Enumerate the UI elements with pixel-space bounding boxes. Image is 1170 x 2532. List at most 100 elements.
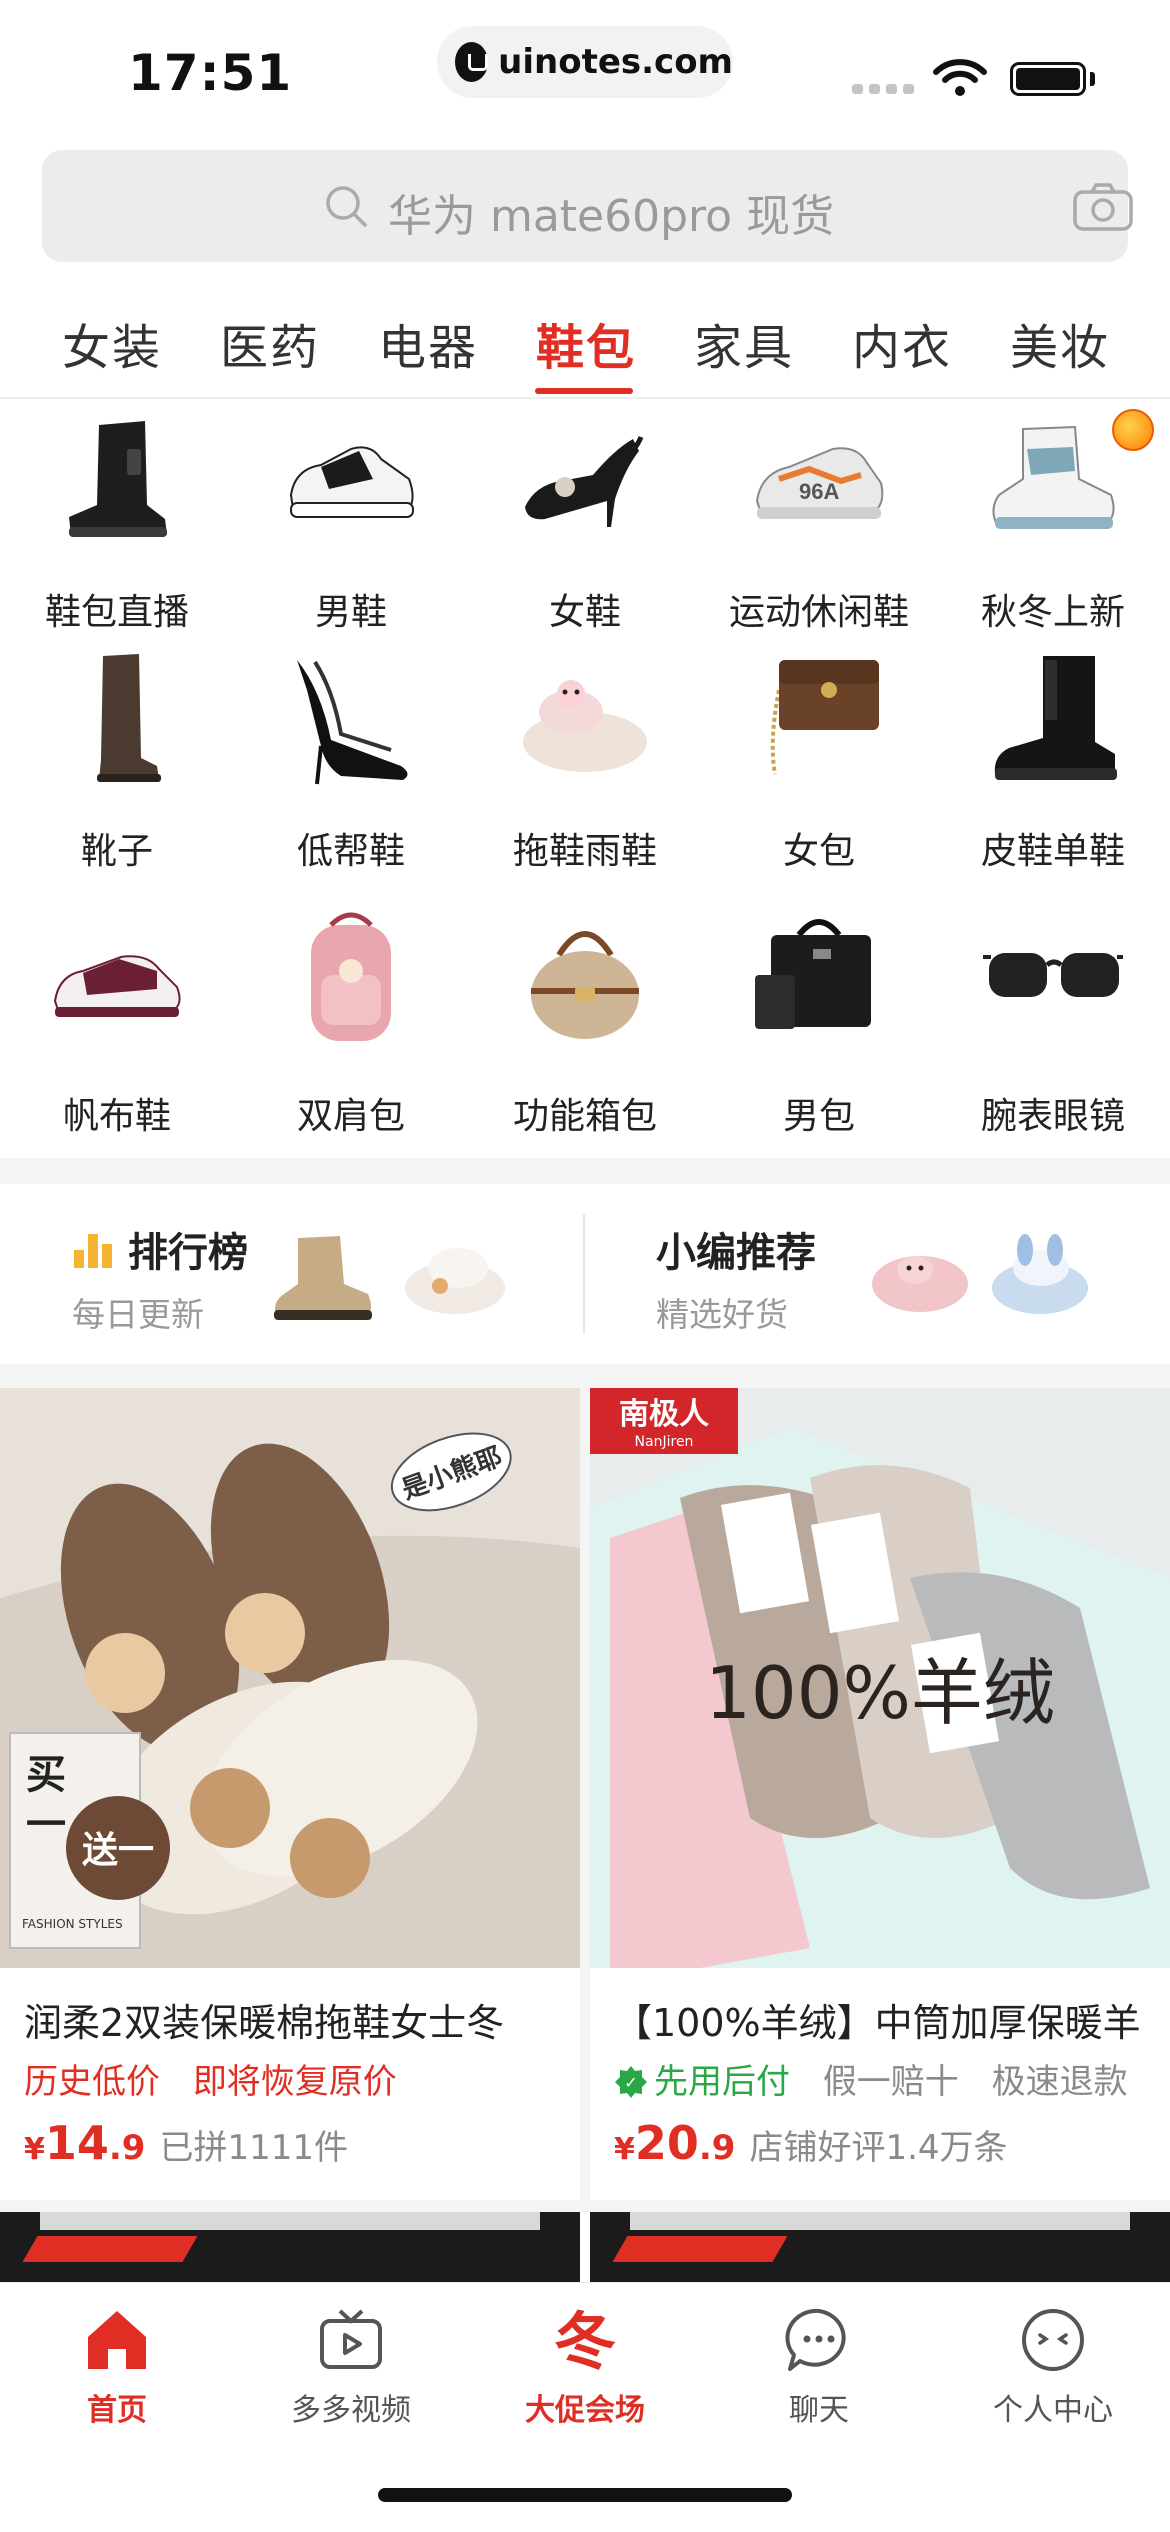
svg-text:✓: ✓ — [624, 2073, 637, 2092]
category-tabs: 女装 医药 电器 鞋包 家具 内衣 美妆 — [0, 300, 1170, 398]
subcategory-item[interactable]: 96A 运动休闲鞋 — [702, 405, 936, 635]
sunglasses-icon — [983, 953, 1123, 997]
subcategory-item[interactable]: 女鞋 — [468, 405, 702, 635]
product-price: ¥20.9 店铺好评1.4万条 — [614, 2116, 1008, 2170]
product-card[interactable]: 是小熊耶 买 一 送一 FASHION STYLES 润柔2双装保暖棉拖鞋女士冬… — [0, 1388, 580, 2200]
subcategory-item[interactable]: 低帮鞋 — [234, 650, 468, 880]
product-card[interactable]: 100%羊绒 南极人 NanJiren 【100%羊绒】中筒加厚保暖羊 ✓ 先用… — [590, 1388, 1170, 2200]
tab-women[interactable]: 女装 — [62, 308, 162, 378]
slipper-thumbnail — [405, 1248, 505, 1314]
ranking-row: 排行榜 每日更新 小编推荐 精选好货 — [0, 1184, 1170, 1364]
svg-text:买: 买 — [26, 1751, 66, 1798]
editor-pick-entry[interactable]: 小编推荐 精选好货 — [585, 1184, 1170, 1364]
subcategory-item[interactable]: 皮鞋单鞋 — [936, 650, 1170, 880]
subcategory-item[interactable]: 双肩包 — [234, 905, 468, 1137]
editor-pick-subtitle: 精选好货 — [656, 1295, 788, 1334]
product-title: 润柔2双装保暖棉拖鞋女士冬 — [24, 2001, 505, 2045]
backpack-icon — [311, 912, 391, 1041]
badge-check-icon: ✓ — [615, 2066, 647, 2098]
sport-shoe-icon: 96A — [755, 447, 884, 519]
lock-icon — [455, 42, 489, 82]
tag-price-restore: 即将恢复原价 — [192, 2062, 397, 2102]
subcategory-item[interactable]: 腕表眼镜 — [936, 905, 1170, 1137]
subcategory-item[interactable]: 男鞋 — [234, 405, 468, 635]
briefcase-icon — [755, 919, 871, 1029]
search-input[interactable]: 华为 mate60pro 现货 — [388, 180, 834, 244]
battery-icon — [1010, 62, 1086, 96]
home-indicator — [378, 2488, 792, 2502]
nav-profile[interactable]: 个人中心 — [936, 2305, 1170, 2445]
sales-count: 已拼1111件 — [159, 2128, 348, 2168]
tab-underwear[interactable]: 内衣 — [852, 308, 952, 378]
boot-icon — [69, 421, 167, 537]
product-tags: ✓ 先用后付 假一赔十 极速退款 — [614, 2054, 1150, 2103]
hot-badge-icon — [1112, 409, 1154, 451]
ranking-subtitle: 每日更新 — [72, 1295, 204, 1334]
tab-electronics[interactable]: 电器 — [378, 308, 478, 378]
tab-shoes-bags[interactable]: 鞋包 — [536, 308, 636, 378]
subcategory-item[interactable]: 帆布鞋 — [0, 905, 234, 1137]
product-card-peek[interactable] — [0, 2212, 580, 2284]
review-count: 店铺好评1.4万条 — [749, 2128, 1008, 2168]
url-pill[interactable]: uinotes.com — [437, 26, 733, 98]
product-price: ¥14.9 已拼1111件 — [24, 2116, 348, 2170]
heel-icon — [525, 436, 644, 527]
high-top-icon — [992, 425, 1115, 529]
product-title: 【100%羊绒】中筒加厚保暖羊 — [614, 2001, 1141, 2045]
url-text: uinotes.com — [498, 42, 733, 82]
subcategory-item[interactable]: 功能箱包 — [468, 905, 702, 1137]
chat-icon — [785, 2308, 846, 2371]
leather-boot-icon — [994, 656, 1117, 780]
nav-promo[interactable]: 冬 大促会场 — [468, 2305, 702, 2445]
svg-text:NanJiren: NanJiren — [635, 1434, 694, 1450]
wifi-icon — [933, 59, 987, 96]
svg-text:一: 一 — [26, 1801, 66, 1848]
sneaker-icon — [289, 446, 414, 518]
tag-pay-later: 先用后付 — [654, 2062, 790, 2102]
subcategory-item[interactable]: 秋冬上新 — [936, 405, 1170, 635]
subcategory-item[interactable]: 拖鞋雨鞋 — [468, 650, 702, 880]
camera-icon[interactable] — [1072, 182, 1134, 232]
status-time: 17:51 — [128, 44, 293, 102]
product-card-peek[interactable] — [590, 2212, 1170, 2284]
search-icon — [326, 186, 367, 227]
ranking-entry[interactable]: 排行榜 每日更新 — [0, 1184, 583, 1364]
product-image: 100%羊绒 南极人 NanJiren — [590, 1388, 1170, 1968]
signal-icon — [852, 84, 914, 94]
subcategory-item[interactable]: 靴子 — [0, 650, 234, 880]
active-tab-indicator — [535, 388, 633, 394]
pump-icon — [297, 660, 408, 785]
winter-promo-icon: 冬 — [554, 2305, 616, 2375]
subcategory-item[interactable]: 男包 — [702, 905, 936, 1137]
canvas-shoe-icon — [53, 955, 181, 1017]
handbag-icon — [770, 660, 879, 775]
nav-chat[interactable]: 聊天 — [702, 2305, 936, 2445]
editor-pick-title: 小编推荐 — [656, 1230, 816, 1276]
overlay-text: 100%羊绒 — [705, 1651, 1055, 1735]
status-bar: 17:51 uinotes.com — [0, 0, 1170, 140]
subcategory-item[interactable]: 鞋包直播 — [0, 405, 234, 635]
round-bag-icon — [531, 931, 639, 1039]
tab-beauty[interactable]: 美妆 — [1010, 308, 1110, 378]
tag-fake-compensation: 假一赔十 — [822, 2062, 959, 2102]
bunny-slipper-thumbnail — [992, 1234, 1088, 1314]
tab-medicine[interactable]: 医药 — [220, 308, 320, 378]
product-tags: 历史低价 即将恢复原价 — [24, 2054, 419, 2103]
brand-logo-text: 南极人 — [619, 1397, 709, 1432]
svg-text:FASHION STYLES: FASHION STYLES — [22, 1917, 123, 1931]
subcategory-grid: 鞋包直播 男鞋 女鞋 96A 运动休闲鞋 秋冬上新 靴子 低帮鞋 拖鞋雨鞋 女包… — [0, 405, 1170, 1150]
tab-furniture[interactable]: 家具 — [694, 308, 794, 378]
tall-boot-icon — [97, 654, 161, 782]
home-icon — [88, 2311, 146, 2369]
svg-text:送一: 送一 — [82, 1830, 154, 1871]
tag-lowest-price: 历史低价 — [24, 2062, 160, 2102]
ranking-title: 排行榜 — [128, 1230, 248, 1276]
boot-thumbnail — [274, 1236, 372, 1320]
search-bar[interactable]: 华为 mate60pro 现货 — [42, 150, 1133, 262]
nav-home[interactable]: 首页 — [0, 2305, 234, 2445]
nav-video[interactable]: 多多视频 — [234, 2305, 468, 2445]
bar-chart-icon — [74, 1234, 112, 1268]
product-image: 是小熊耶 买 一 送一 FASHION STYLES — [0, 1388, 580, 1968]
pig-slipper-thumbnail — [872, 1256, 968, 1312]
subcategory-item[interactable]: 女包 — [702, 650, 936, 880]
